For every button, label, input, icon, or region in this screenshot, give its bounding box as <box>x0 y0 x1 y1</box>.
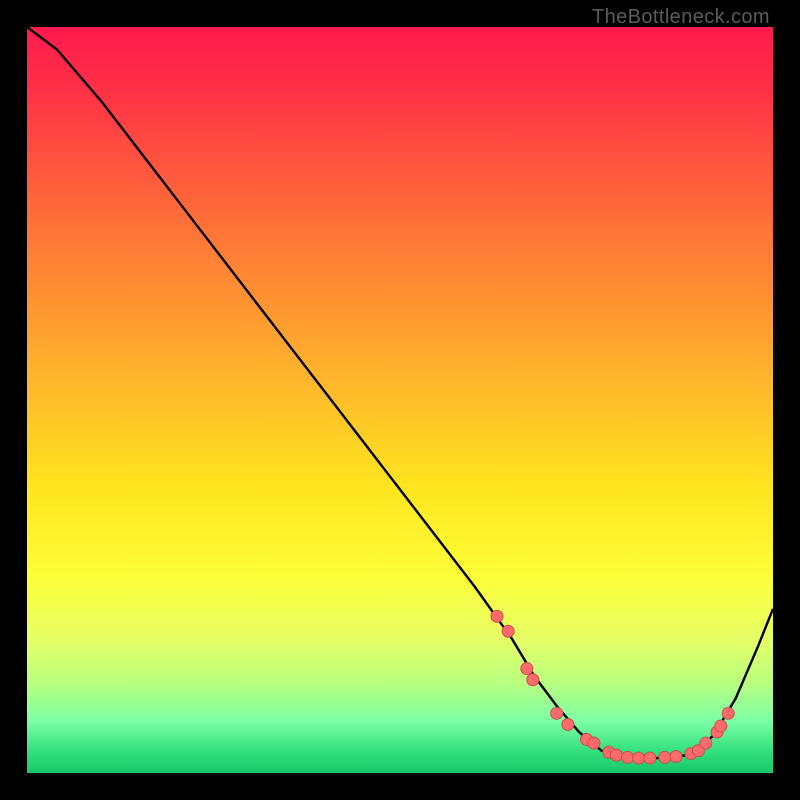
data-point <box>670 751 682 763</box>
watermark-text: TheBottleneck.com <box>592 6 770 29</box>
data-point <box>502 625 514 637</box>
data-point <box>700 737 712 749</box>
data-point <box>551 707 563 719</box>
data-point <box>622 751 634 763</box>
data-point <box>644 752 656 764</box>
data-point <box>722 707 734 719</box>
curve-markers <box>491 610 734 764</box>
bottleneck-curve <box>27 27 773 758</box>
data-point <box>521 663 533 675</box>
data-point <box>527 674 539 686</box>
data-point <box>659 751 671 763</box>
data-point <box>491 610 503 622</box>
data-point <box>715 720 727 732</box>
curve-svg <box>27 27 773 773</box>
chart-frame: TheBottleneck.com <box>0 0 800 800</box>
data-point <box>610 749 622 761</box>
data-point <box>633 752 645 764</box>
data-point <box>588 737 600 749</box>
plot-area <box>27 27 773 773</box>
data-point <box>562 719 574 731</box>
